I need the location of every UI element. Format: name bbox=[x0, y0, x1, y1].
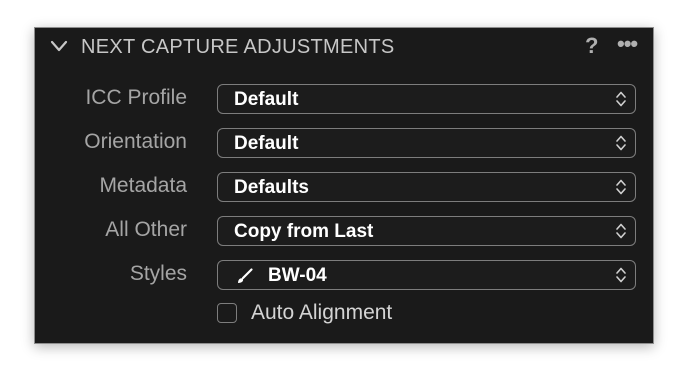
icc-profile-value: Default bbox=[234, 89, 299, 110]
all-other-label: All Other bbox=[105, 218, 187, 241]
next-capture-adjustments-panel: NEXT CAPTURE ADJUSTMENTS ? ••• ICC Profi… bbox=[34, 27, 654, 344]
icc-profile-label: ICC Profile bbox=[85, 86, 187, 109]
chevron-down-icon[interactable] bbox=[49, 38, 69, 54]
orientation-label: Orientation bbox=[84, 130, 187, 153]
up-down-arrows-icon bbox=[616, 179, 626, 195]
up-down-arrows-icon bbox=[616, 267, 626, 283]
up-down-arrows-icon bbox=[616, 135, 626, 151]
orientation-select[interactable]: Default bbox=[217, 128, 636, 158]
auto-alignment-checkbox[interactable] bbox=[217, 303, 237, 323]
help-button[interactable]: ? bbox=[585, 33, 598, 59]
brush-icon bbox=[238, 268, 253, 283]
up-down-arrows-icon bbox=[616, 91, 626, 107]
panel-header[interactable]: NEXT CAPTURE ADJUSTMENTS ? ••• bbox=[35, 28, 653, 66]
metadata-label: Metadata bbox=[99, 174, 187, 197]
up-down-arrows-icon bbox=[616, 223, 626, 239]
all-other-select[interactable]: Copy from Last bbox=[217, 216, 636, 246]
metadata-value: Defaults bbox=[234, 177, 309, 198]
styles-value: BW-04 bbox=[268, 265, 327, 286]
auto-alignment-label[interactable]: Auto Alignment bbox=[251, 301, 392, 325]
panel-title: NEXT CAPTURE ADJUSTMENTS bbox=[81, 36, 395, 58]
more-options-button[interactable]: ••• bbox=[617, 31, 638, 57]
all-other-value: Copy from Last bbox=[234, 221, 374, 242]
styles-label: Styles bbox=[129, 262, 187, 285]
styles-select[interactable]: BW-04 bbox=[217, 260, 636, 290]
orientation-value: Default bbox=[234, 133, 299, 154]
metadata-select[interactable]: Defaults bbox=[217, 172, 636, 202]
icc-profile-select[interactable]: Default bbox=[217, 84, 636, 114]
